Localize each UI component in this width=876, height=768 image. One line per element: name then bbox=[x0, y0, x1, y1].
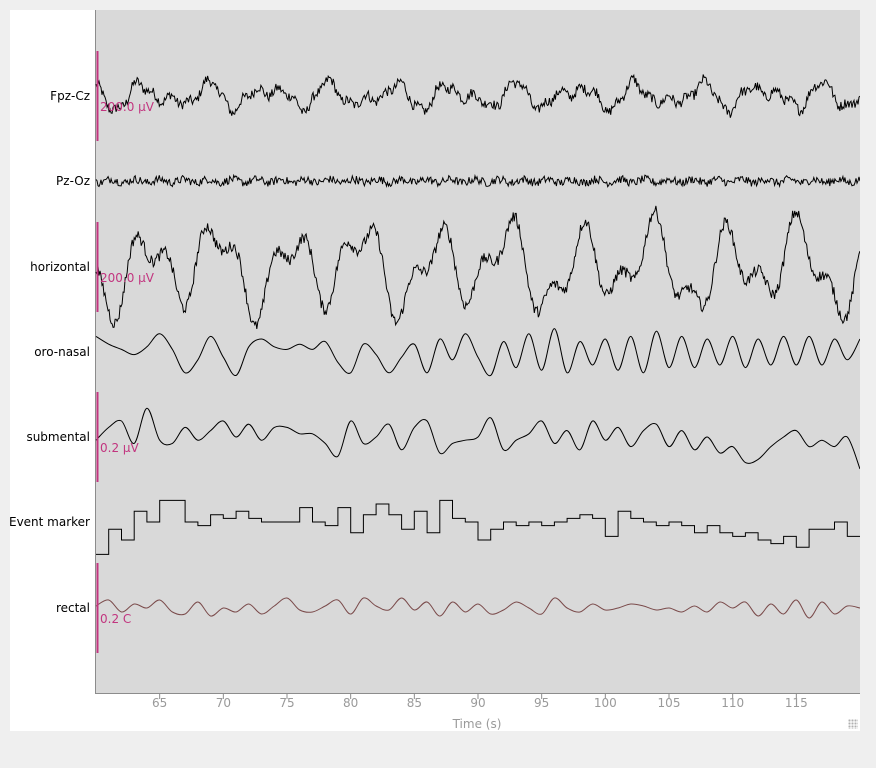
x-tick-label: 65 bbox=[152, 696, 167, 710]
eeg-chart[interactable]: 200.0 µV 200.0 µV 0.2 µV 0.2 C Fpz-Cz Pz-Oz h… bbox=[10, 10, 860, 731]
channel-label-horizontal[interactable]: horizontal bbox=[30, 260, 90, 274]
x-axis-title: Time (s) bbox=[452, 717, 502, 731]
scale-label-submental: 0.2 µV bbox=[100, 441, 140, 455]
channel-label-group: Fpz-Cz Pz-Oz horizontal oro-nasal submental E… bbox=[10, 89, 90, 615]
channel-label-submental[interactable]: submental bbox=[26, 430, 90, 444]
x-tick-group: 65 70 75 80 85 90 95 100 105 110 115 bbox=[152, 694, 808, 710]
x-tick-label: 105 bbox=[658, 696, 681, 710]
x-tick-label: 95 bbox=[534, 696, 549, 710]
x-tick-label: 115 bbox=[785, 696, 808, 710]
channel-label-fpz-cz[interactable]: Fpz-Cz bbox=[50, 89, 90, 103]
x-tick-label: 75 bbox=[279, 696, 294, 710]
x-tick-label: 90 bbox=[470, 696, 485, 710]
plot-area[interactable] bbox=[96, 10, 860, 694]
resize-grip[interactable] bbox=[848, 719, 858, 729]
channel-label-rectal[interactable]: rectal bbox=[56, 601, 90, 615]
x-tick-label: 100 bbox=[594, 696, 617, 710]
scale-label-horizontal: 200.0 µV bbox=[100, 271, 155, 285]
x-tick-label: 110 bbox=[721, 696, 744, 710]
x-tick-label: 70 bbox=[216, 696, 231, 710]
scale-label-rectal: 0.2 C bbox=[100, 612, 131, 626]
channel-label-oro-nasal[interactable]: oro-nasal bbox=[34, 345, 90, 359]
channel-label-pz-oz[interactable]: Pz-Oz bbox=[56, 174, 90, 188]
x-tick-label: 80 bbox=[343, 696, 358, 710]
x-tick-label: 85 bbox=[407, 696, 422, 710]
channel-label-event-marker[interactable]: Event marker bbox=[10, 515, 90, 529]
scale-label-fpz-cz: 200.0 µV bbox=[100, 100, 155, 114]
plot-window: 200.0 µV 200.0 µV 0.2 µV 0.2 C Fpz-Cz Pz-Oz h… bbox=[10, 10, 860, 731]
